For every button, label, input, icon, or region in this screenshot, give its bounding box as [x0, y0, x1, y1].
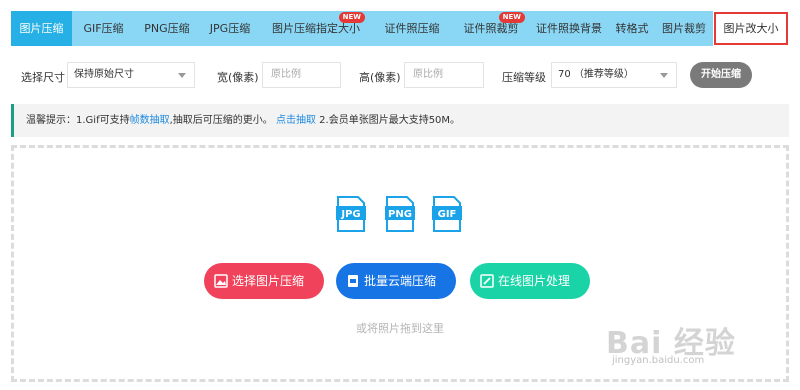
- height-input[interactable]: 原比例: [404, 62, 484, 88]
- new-badge: NEW: [338, 12, 365, 23]
- watermark-url: jingyan.baidu.com: [612, 355, 705, 366]
- width-placeholder: 原比例: [271, 69, 301, 80]
- tip-bar: 温馨提示：1.Gif可支持帧数抽取,抽取后可压缩的更小。 点击抽取 2.会员单张…: [11, 104, 789, 137]
- online-image-process-button[interactable]: 在线图片处理: [470, 263, 590, 299]
- tab-image-crop[interactable]: 图片裁剪: [655, 11, 713, 46]
- tab-gif-compress[interactable]: GIF压缩: [72, 11, 135, 46]
- tip-text: ,抽取后可压缩的更小。: [169, 115, 273, 126]
- tab-compress-to-size[interactable]: 图片压缩指定大小 NEW: [261, 11, 371, 46]
- tab-label: PNG压缩: [144, 22, 190, 35]
- size-label: 选择尺寸: [21, 71, 65, 84]
- start-compress-button[interactable]: 开始压缩: [690, 62, 752, 88]
- height-label: 高(像素): [359, 71, 401, 84]
- tab-label: 证件照换背景: [536, 22, 602, 35]
- tab-png-compress[interactable]: PNG压缩: [135, 11, 199, 46]
- click-extract-link[interactable]: 点击抽取: [276, 115, 316, 126]
- height-placeholder: 原比例: [413, 69, 443, 80]
- tab-image-compress[interactable]: 图片压缩: [11, 11, 72, 46]
- image-icon: [214, 274, 228, 288]
- svg-text:PNG: PNG: [388, 209, 412, 220]
- svg-text:JPG: JPG: [340, 209, 360, 220]
- button-label: 批量云端压缩: [364, 274, 437, 288]
- gif-file-icon: GIF: [432, 196, 462, 232]
- size-select[interactable]: 保持原始尺寸: [67, 62, 195, 88]
- tab-label: 图片压缩指定大小: [272, 22, 360, 35]
- chevron-down-icon: [178, 73, 186, 78]
- tab-bar: 图片压缩 GIF压缩 PNG压缩 JPG压缩 图片压缩指定大小 NEW 证件照压缩…: [11, 11, 789, 46]
- level-select[interactable]: 70 （推荐等级）: [551, 62, 677, 88]
- edit-image-icon: [480, 274, 494, 288]
- batch-cloud-compress-button[interactable]: 批量云端压缩: [336, 263, 456, 299]
- tab-label: 图片裁剪: [662, 22, 706, 35]
- frame-extract-link[interactable]: 帧数抽取: [130, 115, 170, 126]
- tab-label: 证件照裁剪: [463, 22, 519, 35]
- tab-id-photo-crop[interactable]: 证件照裁剪 NEW: [453, 11, 529, 46]
- tab-label: 证件照压缩: [384, 22, 440, 35]
- tab-label: GIF压缩: [83, 22, 124, 35]
- tab-jpg-compress[interactable]: JPG压缩: [199, 11, 261, 46]
- size-select-value: 保持原始尺寸: [74, 69, 134, 80]
- tab-resize-image[interactable]: 图片改大小: [713, 11, 789, 46]
- tab-label: JPG压缩: [209, 22, 251, 35]
- chevron-down-icon: [660, 73, 668, 78]
- tip-text: 2.会员单张图片最大支持50M。: [315, 115, 461, 126]
- tab-label: 转格式: [615, 22, 649, 35]
- png-file-icon: PNG: [385, 196, 415, 232]
- jpg-file-icon: JPG: [336, 196, 366, 232]
- select-image-compress-button[interactable]: 选择图片压缩: [204, 263, 324, 299]
- tab-convert-format[interactable]: 转格式: [609, 11, 655, 46]
- width-label: 宽(像素): [217, 71, 259, 84]
- tab-id-photo-compress[interactable]: 证件照压缩: [371, 11, 453, 46]
- tab-label: 图片改大小: [723, 22, 779, 35]
- button-label: 在线图片处理: [498, 274, 571, 288]
- tab-label: 图片压缩: [19, 22, 64, 35]
- button-label: 选择图片压缩: [232, 274, 305, 288]
- level-select-value: 70 （推荐等级）: [558, 69, 634, 80]
- zip-file-icon: [348, 275, 358, 287]
- tip-text: 温馨提示：1.Gif可支持: [26, 115, 130, 126]
- tab-id-photo-background[interactable]: 证件照换背景: [529, 11, 609, 46]
- width-input[interactable]: 原比例: [262, 62, 341, 88]
- level-label: 压缩等级: [502, 71, 546, 84]
- new-badge: NEW: [498, 12, 525, 23]
- svg-text:GIF: GIF: [438, 209, 457, 220]
